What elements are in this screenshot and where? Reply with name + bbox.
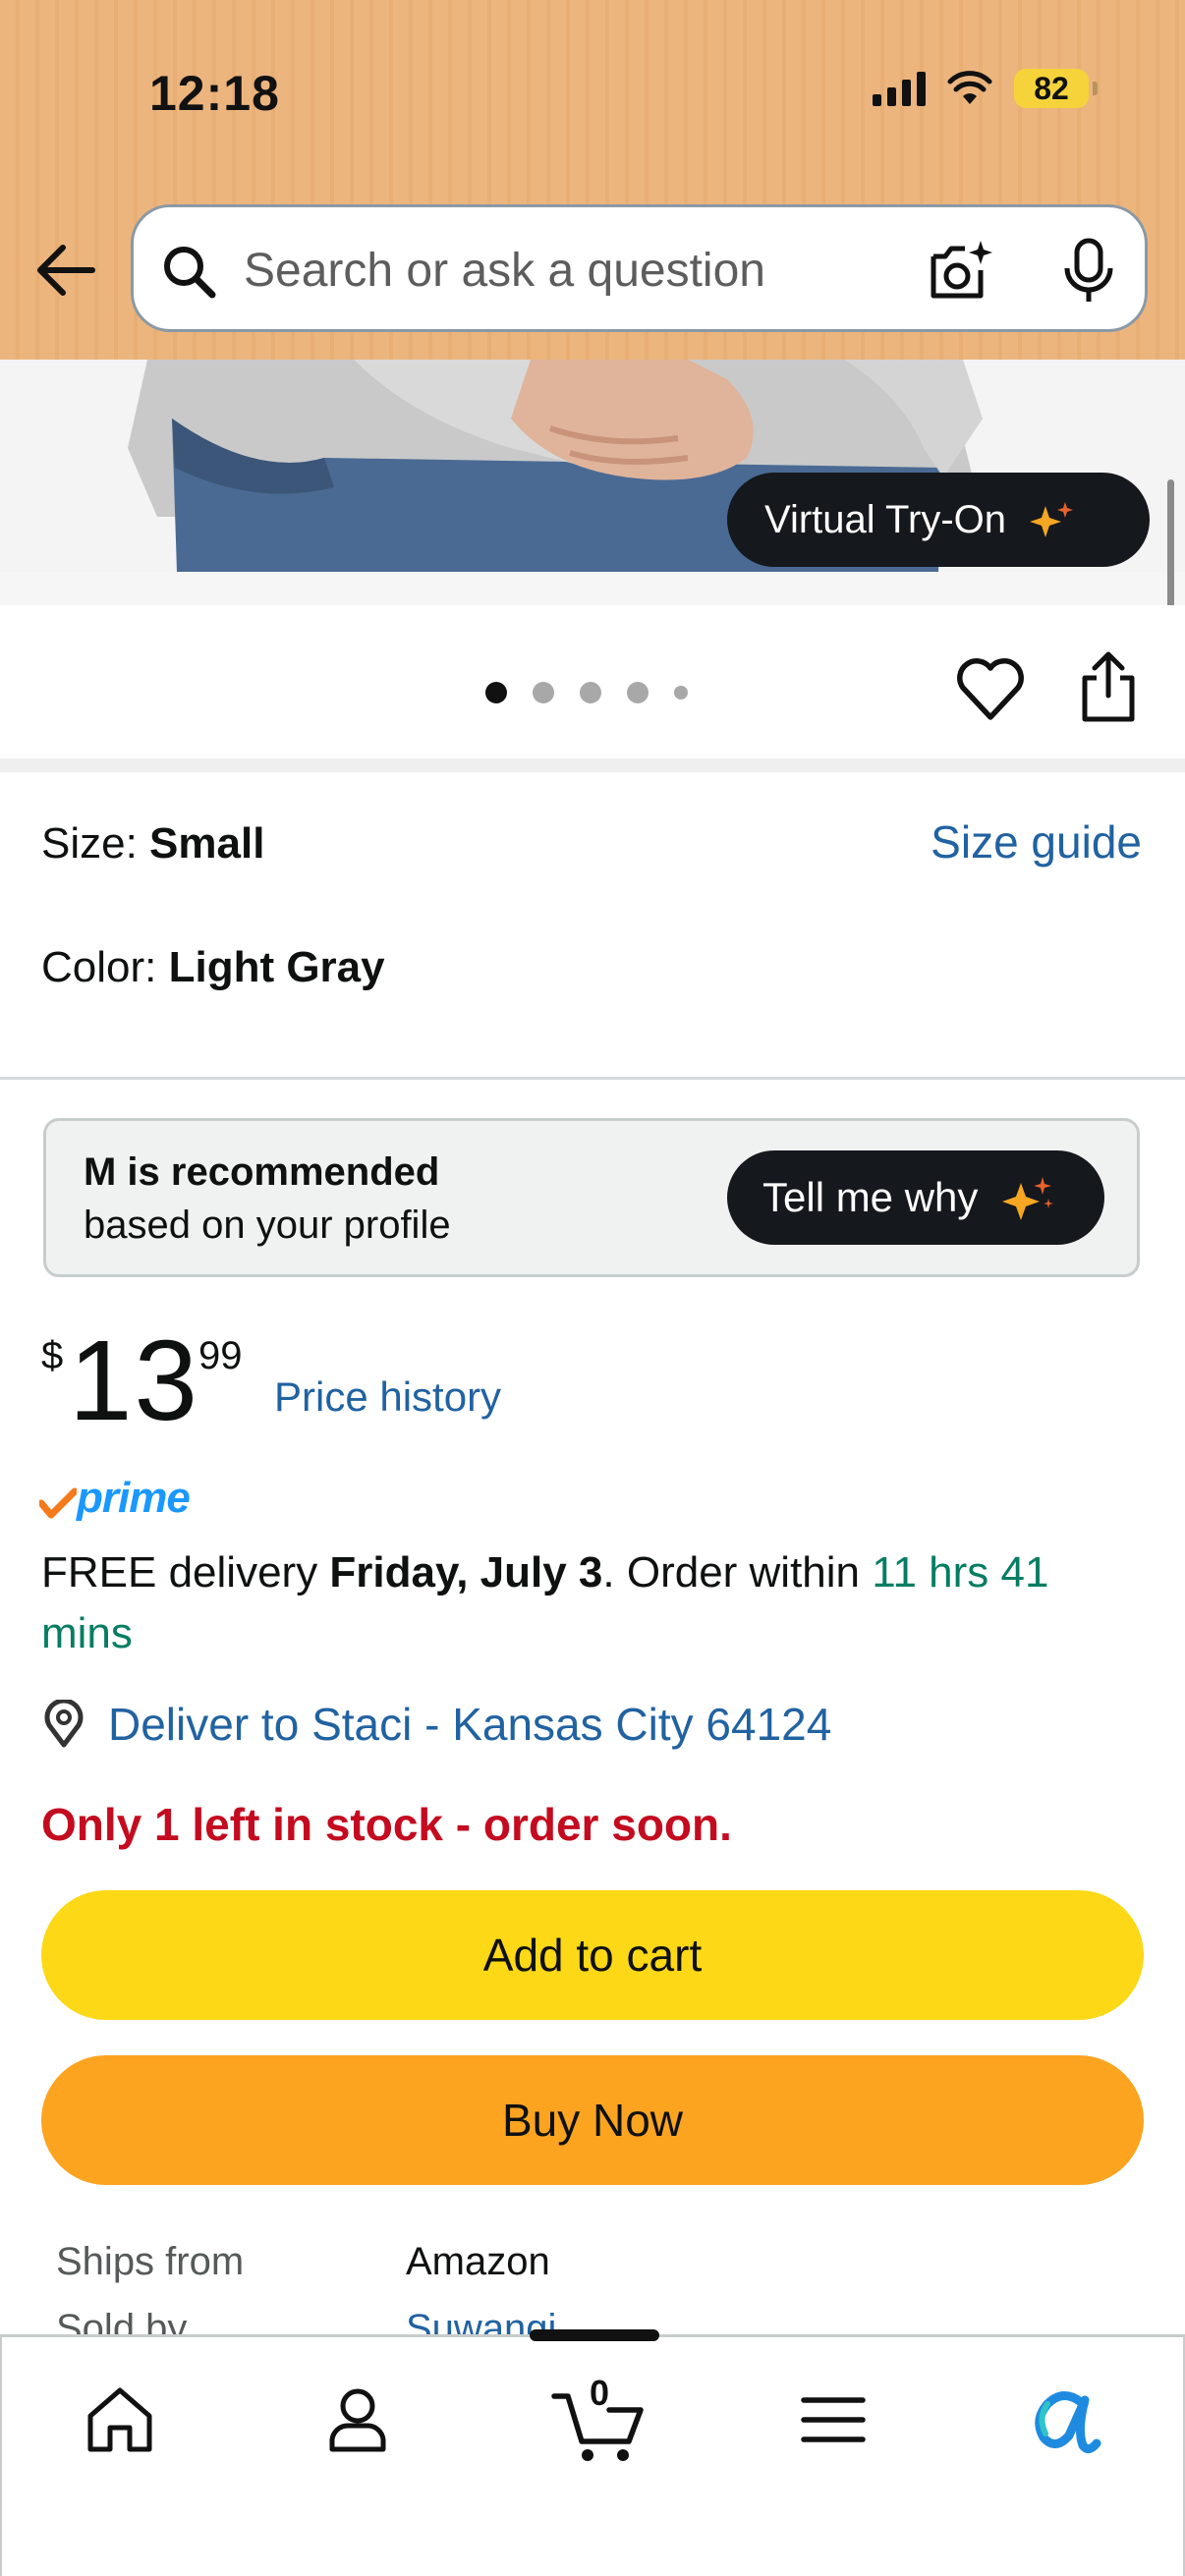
color-selection[interactable]: Color: Light Gray [41, 943, 385, 992]
page-scrollbar[interactable] [1167, 479, 1174, 617]
rufus-icon[interactable] [1024, 2380, 1102, 2459]
price-whole: 13 [69, 1316, 200, 1444]
location-pin-icon [44, 1700, 84, 1748]
battery-level: 82 [1034, 70, 1069, 106]
size-prefix: Size: [41, 819, 150, 868]
delivery-info: FREE delivery Friday, July 3. Order with… [41, 1542, 1152, 1664]
battery-indicator: 82 [1014, 69, 1098, 108]
delivery-prefix: FREE delivery [41, 1548, 330, 1596]
account-icon[interactable] [318, 2380, 397, 2459]
add-to-cart-button[interactable]: Add to cart [41, 1890, 1144, 2020]
search-input[interactable] [244, 231, 1010, 309]
prime-check-icon [39, 1487, 77, 1519]
buy-now-button[interactable]: Buy Now [41, 2055, 1144, 2185]
color-value: Light Gray [168, 943, 385, 991]
wifi-icon [947, 71, 992, 104]
stock-warning: Only 1 left in stock - order soon. [41, 1799, 732, 1850]
color-prefix: Color: [41, 943, 169, 991]
search-bar[interactable] [131, 204, 1148, 332]
size-value: Small [149, 819, 265, 868]
page-dot[interactable] [580, 682, 601, 703]
section-divider [0, 1077, 1185, 1080]
size-selection[interactable]: Size: Small [41, 819, 264, 868]
delivery-date: Friday, July 3 [329, 1548, 603, 1596]
tell-me-why-button[interactable]: Tell me why [727, 1150, 1104, 1245]
share-icon[interactable] [1077, 648, 1140, 723]
status-icons: 82 [873, 69, 1098, 108]
heart-icon[interactable] [955, 654, 1026, 723]
delivery-middle: . Order within [602, 1548, 873, 1596]
cart-button[interactable]: 0 [550, 2367, 649, 2465]
page-dot-active[interactable] [485, 682, 507, 703]
deliver-to-text: Deliver to Staci - Kansas City 64124 [108, 1699, 832, 1750]
section-divider [0, 758, 1185, 772]
header-bar: 12:18 82 [0, 0, 1185, 360]
page-dot[interactable] [627, 682, 649, 703]
cellular-signal-icon [873, 71, 926, 106]
prime-badge: prime [39, 1474, 191, 1523]
active-tab-indicator [530, 2329, 659, 2341]
back-arrow-icon[interactable] [33, 238, 98, 303]
image-page-indicator[interactable] [485, 682, 688, 703]
price-history-link[interactable]: Price history [274, 1373, 501, 1421]
size-guide-link[interactable]: Size guide [931, 815, 1142, 868]
sparkle-icon [1030, 502, 1073, 537]
gallery-controls [0, 605, 1185, 758]
recommendation-subtitle: based on your profile [84, 1204, 451, 1247]
microphone-icon[interactable] [1057, 237, 1120, 306]
ships-from-value: Amazon [406, 2240, 550, 2283]
prime-label: prime [77, 1474, 191, 1522]
price-fraction: 99 [198, 1334, 243, 1377]
page-dot[interactable] [674, 686, 688, 700]
ships-from-label: Ships from [56, 2240, 245, 2283]
page-dot[interactable] [533, 682, 554, 703]
menu-icon[interactable] [794, 2380, 873, 2459]
camera-search-icon[interactable] [926, 237, 994, 306]
home-icon[interactable] [81, 2380, 159, 2459]
size-recommendation-card: M is recommended based on your profile T… [43, 1118, 1140, 1277]
cart-count: 0 [590, 2373, 610, 2413]
status-time: 12:18 [149, 66, 280, 121]
price-currency-symbol: $ [41, 1334, 64, 1377]
bottom-navigation: 0 [0, 2329, 1185, 2576]
virtual-try-on-label: Virtual Try-On [764, 497, 1006, 541]
virtual-try-on-button[interactable]: Virtual Try-On [727, 473, 1150, 567]
recommendation-title: M is recommended [84, 1150, 440, 1194]
tell-me-why-label: Tell me why [762, 1174, 979, 1220]
sparkle-icon [1002, 1177, 1054, 1220]
deliver-to-location[interactable]: Deliver to Staci - Kansas City 64124 [41, 1698, 831, 1751]
search-icon [164, 247, 216, 299]
